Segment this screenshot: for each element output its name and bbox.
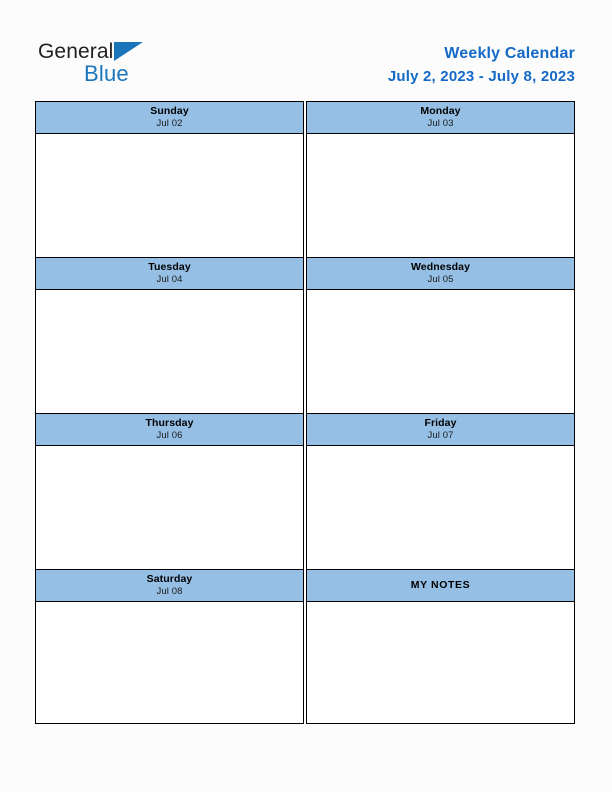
day-date-label: Jul 03 xyxy=(427,118,454,129)
brand-logo: General Blue xyxy=(38,40,178,88)
day-header-wednesday: Wednesday Jul 05 xyxy=(307,258,574,290)
day-body-tuesday[interactable] xyxy=(36,290,303,413)
day-cell-monday[interactable]: Monday Jul 03 xyxy=(306,101,575,257)
date-range-label: July 2, 2023 - July 8, 2023 xyxy=(387,68,575,85)
day-date-label: Jul 08 xyxy=(156,586,183,597)
calendar-grid: Sunday Jul 02 Monday Jul 03 Tuesday Jul … xyxy=(35,101,575,724)
brand-logo-top-row: General xyxy=(38,40,178,66)
day-date-label: Jul 04 xyxy=(156,274,183,285)
day-name-label: Monday xyxy=(420,105,461,117)
day-cell-saturday[interactable]: Saturday Jul 08 xyxy=(35,569,304,724)
day-body-friday[interactable] xyxy=(307,446,574,569)
title-block: Weekly Calendar July 2, 2023 - July 8, 2… xyxy=(388,44,575,87)
brand-name-blue: Blue xyxy=(84,61,129,86)
day-date-label: Jul 06 xyxy=(156,430,183,441)
day-name-label: Thursday xyxy=(145,417,194,429)
page-header: General Blue Weekly Calendar July 2, 202… xyxy=(0,0,612,101)
day-cell-sunday[interactable]: Sunday Jul 02 xyxy=(35,101,304,257)
day-header-thursday: Thursday Jul 06 xyxy=(36,414,303,446)
day-name-label: Saturday xyxy=(146,573,193,585)
day-date-label: Jul 07 xyxy=(427,430,454,441)
calendar-row: Thursday Jul 06 Friday Jul 07 xyxy=(35,413,575,569)
day-body-monday[interactable] xyxy=(307,134,574,257)
page-title: Weekly Calendar xyxy=(444,45,575,62)
day-body-wednesday[interactable] xyxy=(307,290,574,413)
notes-body[interactable] xyxy=(307,602,574,723)
notes-cell[interactable]: MY NOTES xyxy=(306,569,575,724)
day-cell-thursday[interactable]: Thursday Jul 06 xyxy=(35,413,304,569)
day-date-label: Jul 05 xyxy=(427,274,454,285)
notes-header: MY NOTES xyxy=(307,570,574,602)
calendar-row: Tuesday Jul 04 Wednesday Jul 05 xyxy=(35,257,575,413)
day-date-label: Jul 02 xyxy=(156,118,183,129)
day-header-saturday: Saturday Jul 08 xyxy=(36,570,303,602)
day-name-label: Friday xyxy=(424,417,457,429)
day-header-tuesday: Tuesday Jul 04 xyxy=(36,258,303,290)
day-name-label: Sunday xyxy=(150,105,189,117)
day-cell-friday[interactable]: Friday Jul 07 xyxy=(306,413,575,569)
day-name-label: Wednesday xyxy=(410,261,471,273)
day-cell-tuesday[interactable]: Tuesday Jul 04 xyxy=(35,257,304,413)
calendar-row: Sunday Jul 02 Monday Jul 03 xyxy=(35,101,575,257)
brand-name-general: General xyxy=(38,40,114,63)
day-header-monday: Monday Jul 03 xyxy=(307,102,574,134)
day-header-friday: Friday Jul 07 xyxy=(307,414,574,446)
day-header-sunday: Sunday Jul 02 xyxy=(36,102,303,134)
day-body-sunday[interactable] xyxy=(36,134,303,257)
day-name-label: Tuesday xyxy=(148,261,191,273)
notes-title-label: MY NOTES xyxy=(410,579,471,591)
blue-triangle-icon xyxy=(114,42,144,61)
day-body-thursday[interactable] xyxy=(36,446,303,569)
calendar-row: Saturday Jul 08 MY NOTES xyxy=(35,569,575,724)
day-cell-wednesday[interactable]: Wednesday Jul 05 xyxy=(306,257,575,413)
day-body-saturday[interactable] xyxy=(36,602,303,723)
